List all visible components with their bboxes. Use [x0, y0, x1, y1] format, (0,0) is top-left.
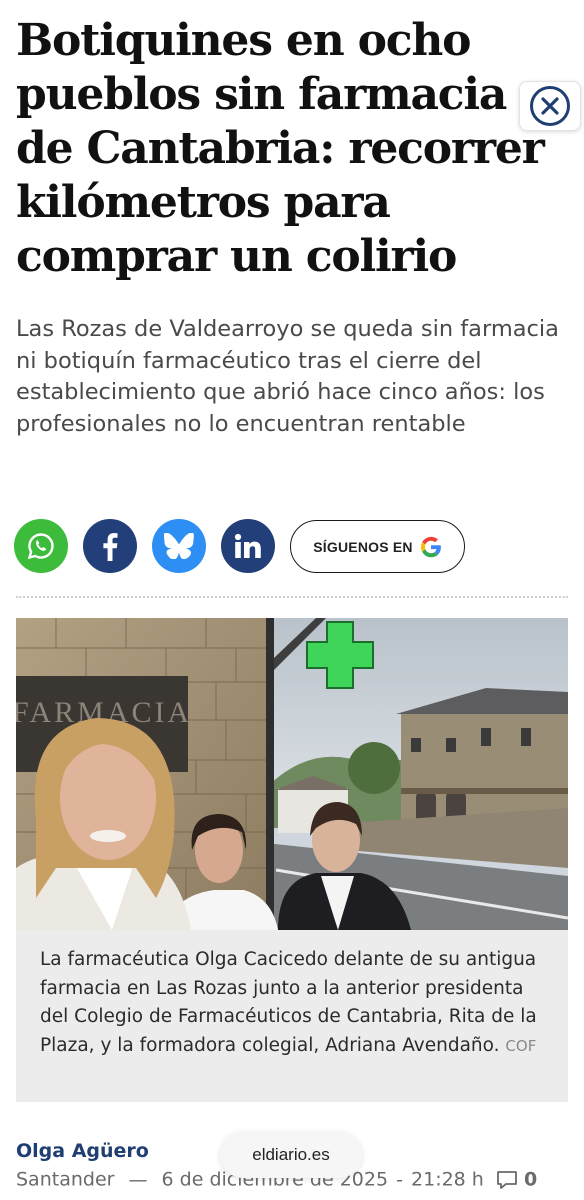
- facebook-icon: [103, 533, 118, 561]
- article-headline: Botiquines en ocho pueblos sin farmacia …: [16, 15, 545, 282]
- site-url-pill[interactable]: eldiario.es: [220, 1132, 362, 1178]
- comments-count: 0: [523, 1168, 538, 1191]
- location: Santander: [16, 1168, 115, 1191]
- whatsapp-share-button[interactable]: [14, 519, 68, 573]
- comment-icon: [497, 1170, 517, 1189]
- author-link[interactable]: Olga Agüero: [16, 1140, 149, 1162]
- bluesky-icon: [164, 533, 194, 559]
- google-icon: [420, 536, 441, 557]
- whatsapp-icon: [27, 533, 54, 560]
- linkedin-share-button[interactable]: [221, 519, 275, 573]
- comments-link[interactable]: 0: [496, 1168, 538, 1191]
- follow-on-google-button[interactable]: SÍGUENOS EN: [290, 520, 465, 573]
- follow-label: SÍGUENOS EN: [313, 538, 413, 555]
- divider: [16, 596, 568, 598]
- close-icon: [530, 86, 570, 126]
- photo-illustration: FARMACIA: [16, 618, 568, 930]
- facebook-share-button[interactable]: [83, 519, 137, 573]
- photo-caption: La farmacéutica Olga Cacicedo delante de…: [16, 930, 568, 1102]
- linkedin-icon: [234, 533, 261, 558]
- article-photo[interactable]: FARMACIA: [16, 618, 568, 930]
- caption-text: La farmacéutica Olga Cacicedo delante de…: [40, 949, 537, 1056]
- publish-time: 21:28 h: [411, 1168, 484, 1191]
- article-lead: Las Rozas de Valdearroyo se queda sin fa…: [16, 316, 559, 437]
- meta-separator: —: [128, 1168, 148, 1191]
- close-button[interactable]: [519, 81, 581, 131]
- bluesky-share-button[interactable]: [152, 519, 206, 573]
- photo-credit: COF: [505, 1036, 537, 1055]
